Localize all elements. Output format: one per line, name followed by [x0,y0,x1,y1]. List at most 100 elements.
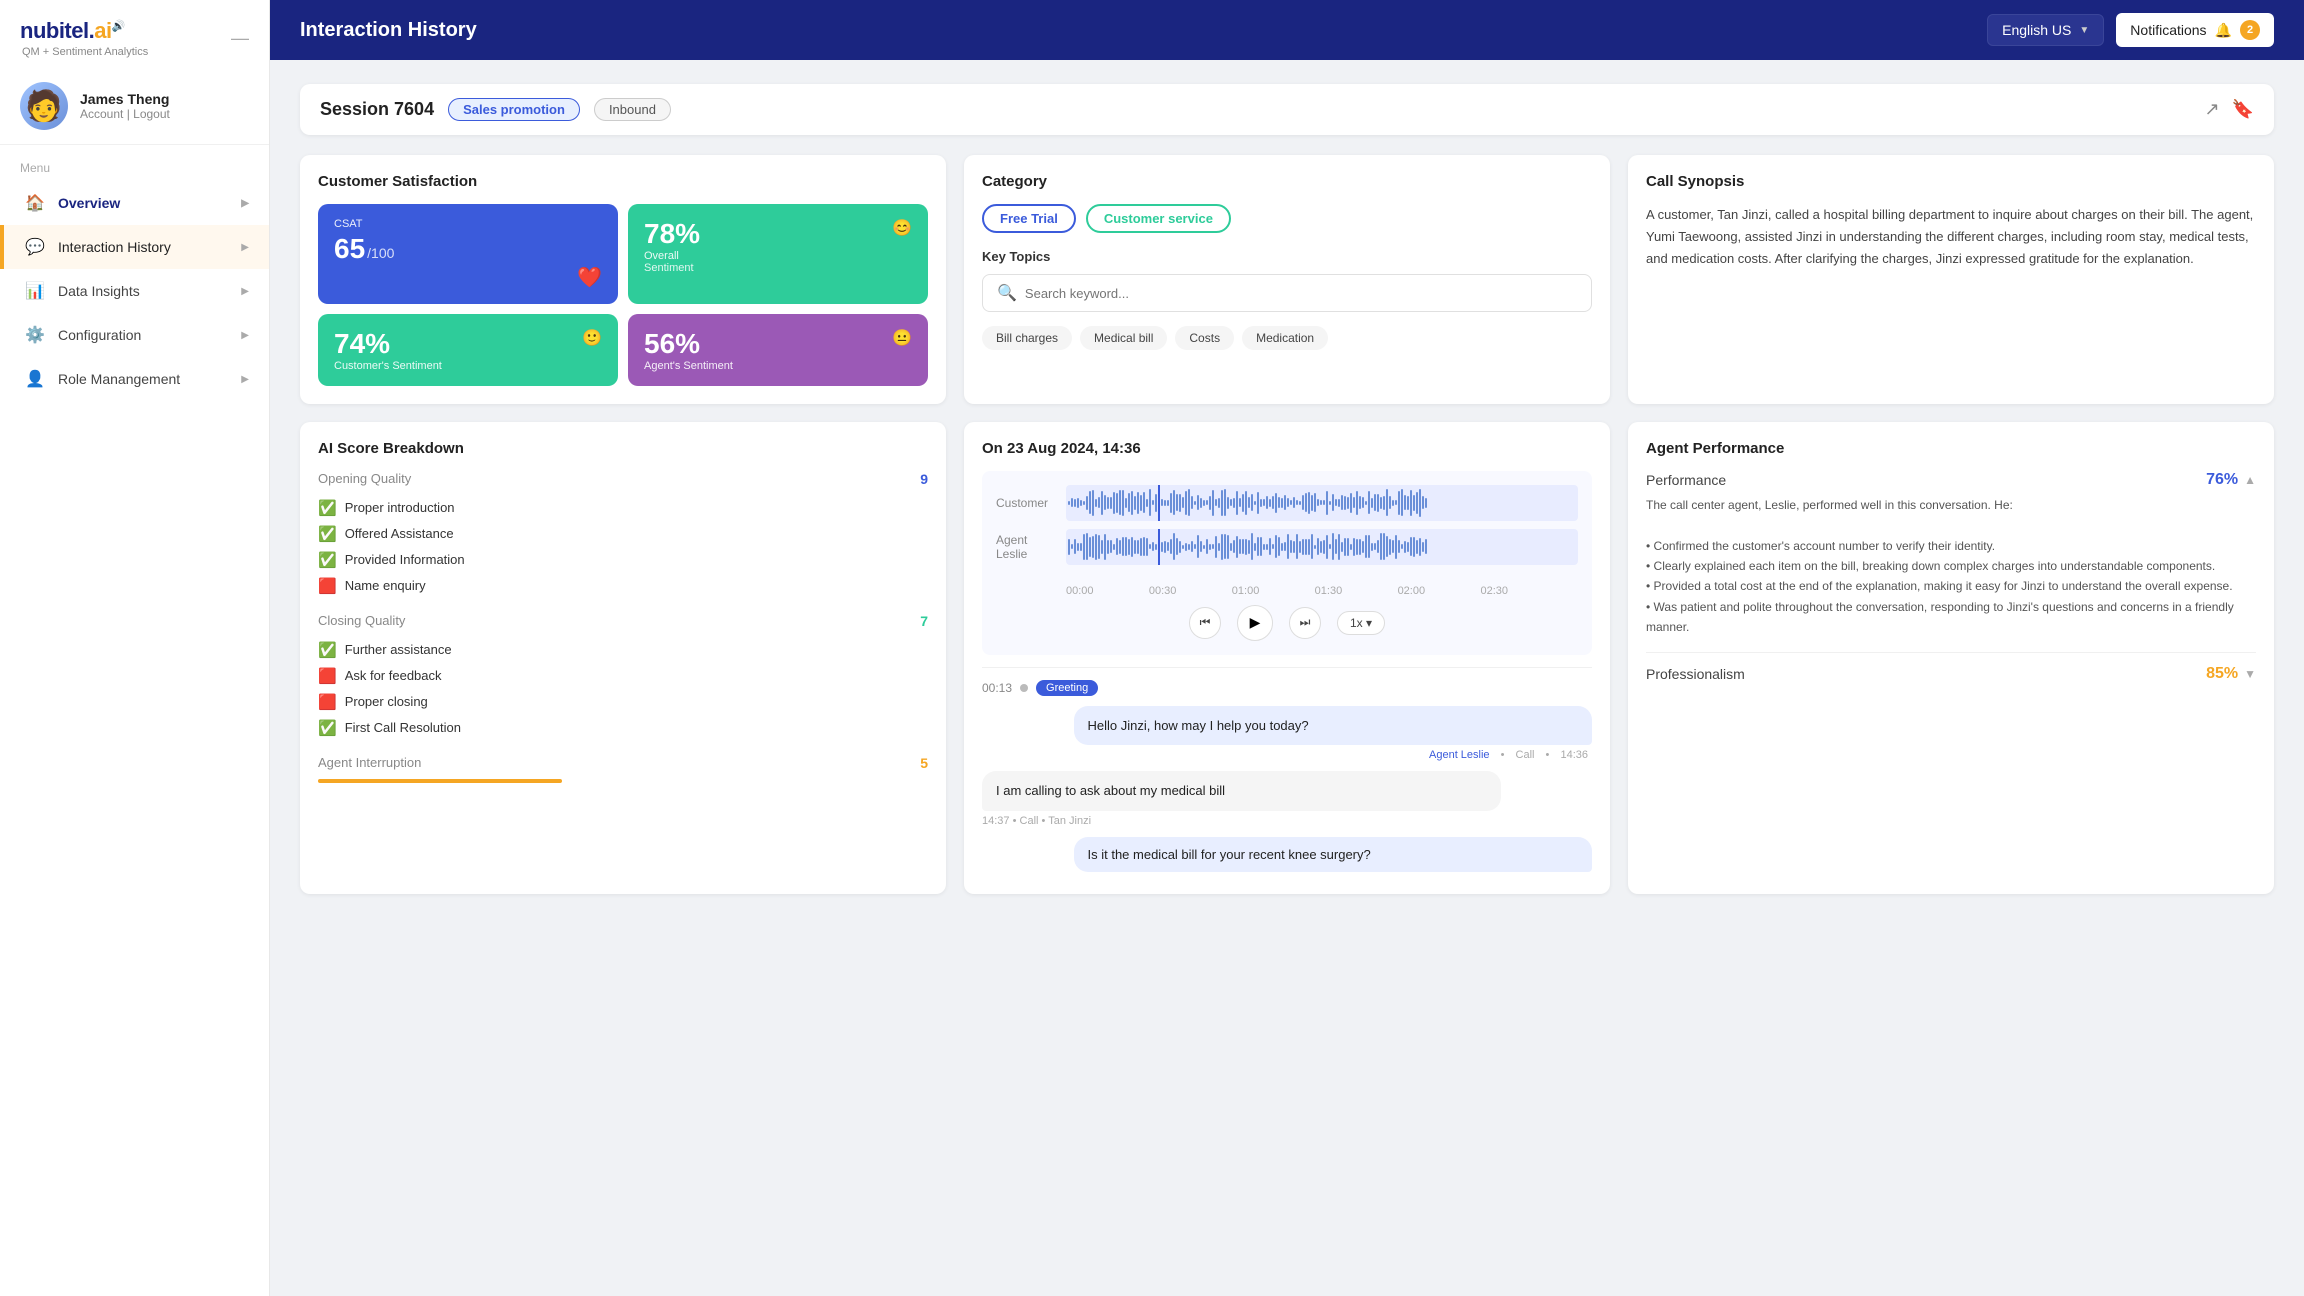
bubble-meta-customer: 14:37 • Call • Tan Jinzi [982,815,1592,827]
professionalism-score-area: 85% ▼ [2206,665,2256,683]
sidebar-item-label: Overview [58,195,120,211]
agent-interruption-label: Agent Interruption [318,755,421,770]
time-3: 01:30 [1315,585,1343,597]
language-dropdown[interactable]: English US ▼ [1987,14,2104,46]
user-name: James Theng [80,91,170,107]
opening-quality-score: 9 [920,471,928,487]
channel2: Call [1020,815,1039,827]
badge-sales-promotion[interactable]: Sales promotion [448,98,580,121]
topic-chip-costs[interactable]: Costs [1175,326,1234,350]
score-item-label: Further assistance [345,642,452,657]
waveform-area: Customer Agent Leslie [982,471,1592,655]
keyword-search-box[interactable]: 🔍 [982,274,1592,312]
topic-chip-medical-bill[interactable]: Medical bill [1080,326,1167,350]
topic-chips: Bill charges Medical bill Costs Medicati… [982,326,1592,350]
opening-quality-label: Opening Quality [318,471,411,486]
account-link[interactable]: Account [80,107,123,121]
agent-track-container: Agent Leslie 00:12 [996,529,1578,565]
smiley-icon3: 😐 [892,328,912,348]
sidebar-item-overview[interactable]: 🏠 Overview ▶ [0,181,269,225]
closing-quality-header: Closing Quality 7 [318,613,928,629]
topic-chip-bill-charges[interactable]: Bill charges [982,326,1072,350]
search-input[interactable] [1025,286,1577,301]
sidebar-item-role-management[interactable]: 👤 Role Manangement ▶ [0,357,269,401]
agent-interruption-score: 5 [920,755,928,771]
sidebar-item-configuration[interactable]: ⚙️ Configuration ▶ [0,313,269,357]
share-icon[interactable]: ↗ [2204,99,2219,120]
time2: 14:37 [982,815,1010,827]
menu-label: Menu [0,145,269,181]
bullet: • [1501,749,1508,761]
agent-performance-title: Agent Performance [1646,440,2256,457]
customer-satisfaction-card: Customer Satisfaction CSAT 65 /100 ❤️ 78… [300,155,946,404]
time-1: 00:30 [1149,585,1177,597]
category-title: Category [982,173,1592,190]
professionalism-label: Professionalism [1646,666,1745,682]
bell-icon: 🔔 [2215,22,2232,39]
tag-customer-service[interactable]: Customer service [1086,204,1231,233]
chevron-right-icon: ▶ [241,198,249,209]
agent-name: Agent Leslie [1429,749,1490,761]
score-item: ✅ First Call Resolution [318,715,928,741]
notifications-button[interactable]: Notifications 🔔 2 [2116,13,2274,47]
check-icon: ✅ [318,719,337,737]
main-content: Interaction History English US ▼ Notific… [270,0,2304,1296]
overall-label: Overall [644,250,912,262]
bubble-text: I am calling to ask about my medical bil… [996,783,1225,798]
badge-inbound: Inbound [594,98,671,121]
play-button[interactable]: ▶ [1237,605,1273,641]
player-controls: ⏮ ▶ ⏭ 1x ▾ [996,605,1578,641]
notifications-label: Notifications [2130,22,2206,38]
agent-track-label: Agent Leslie [996,533,1056,561]
chat-dot [1020,684,1028,692]
avatar: 🧑 [20,82,68,130]
customer-track: Customer [996,485,1578,521]
performance-label: Performance [1646,472,1726,488]
role-icon: 👤 [24,369,46,389]
skip-forward-button[interactable]: ⏭ [1289,607,1321,639]
score-item-label: Provided Information [345,552,465,567]
bubble-text: Is it the medical bill for your recent k… [1088,847,1371,862]
agent-interruption-section: Agent Interruption 5 [318,755,928,783]
customer-label: Customer's Sentiment [334,360,602,372]
performance-pct: 76% [2206,471,2238,489]
minimize-button[interactable]: — [231,28,249,49]
tag-free-trial[interactable]: Free Trial [982,204,1076,233]
check-icon: ✅ [318,551,337,569]
cross-icon: 🟥 [318,693,337,711]
call-synopsis-card: Call Synopsis A customer, Tan Jinzi, cal… [1628,155,2274,404]
overall-pct: 78% [644,218,700,250]
sidebar-item-label: Interaction History [58,239,171,255]
check-icon: ✅ [318,641,337,659]
chevron-up-icon[interactable]: ▲ [2244,473,2256,487]
logout-link[interactable]: Logout [133,107,170,121]
bubble-text: Hello Jinzi, how may I help you today? [1088,718,1309,733]
cross-icon: 🟥 [318,667,337,685]
session-actions: ↗ 🔖 [2204,99,2254,120]
overall-sentiment-box: 78% 😊 Overall Sentiment [628,204,928,304]
sidebar-item-interaction-history[interactable]: 💬 Interaction History ▶ [0,225,269,269]
chart-icon: 📊 [24,281,46,301]
closing-quality-section: Closing Quality 7 ✅ Further assistance 🟥… [318,613,928,741]
bullet2: • [1546,749,1553,761]
skip-back-button[interactable]: ⏮ [1189,607,1221,639]
chevron-down-icon2[interactable]: ▼ [2244,667,2256,681]
closing-quality-score: 7 [920,613,928,629]
app-subtitle: QM + Sentiment Analytics [20,46,148,58]
topic-chip-medication[interactable]: Medication [1242,326,1328,350]
score-item-label: Proper closing [345,694,428,709]
speed-control[interactable]: 1x ▾ [1337,611,1385,635]
user-links[interactable]: Account | Logout [80,107,170,121]
sidebar-item-data-insights[interactable]: 📊 Data Insights ▶ [0,269,269,313]
time-4: 02:00 [1398,585,1426,597]
topbar: Interaction History English US ▼ Notific… [270,0,2304,60]
check-icon: ✅ [318,499,337,517]
score-item: 🟥 Name enquiry [318,573,928,599]
chevron-down-icon: ▼ [2079,25,2089,36]
agent-performance-card: Agent Performance Performance 76% ▲ The … [1628,422,2274,894]
bookmark-icon[interactable]: 🔖 [2232,99,2254,120]
interruption-bar [318,779,562,783]
professionalism-item: Professionalism 85% ▼ [1646,665,2256,683]
config-icon: ⚙️ [24,325,46,345]
category-tags: Free Trial Customer service [982,204,1592,233]
